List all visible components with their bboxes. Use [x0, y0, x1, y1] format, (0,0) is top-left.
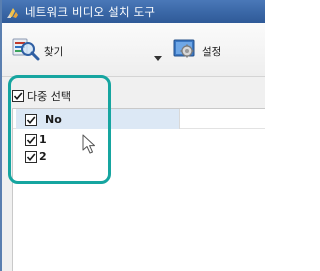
settings-button[interactable]: 설정	[172, 37, 221, 65]
find-button[interactable]: 찾기	[12, 37, 63, 65]
magnifier-icon	[12, 37, 40, 65]
chevron-down-icon[interactable]	[154, 47, 162, 61]
app-logo-icon	[6, 5, 20, 19]
settings-gear-icon	[172, 37, 198, 65]
title-bar[interactable]: 네트워크 비디오 설치 도구	[2, 0, 265, 23]
find-label: 찾기	[44, 45, 64, 58]
settings-label: 설정	[202, 45, 222, 58]
app-window: 네트워크 비디오 설치 도구 찾기 설정 다중 선택 No 1 2	[0, 0, 265, 271]
highlight-callout	[8, 75, 111, 184]
toolbar: 찾기 설정	[2, 23, 265, 77]
window-title: 네트워크 비디오 설치 도구	[25, 4, 156, 19]
column-separator[interactable]	[179, 109, 180, 129]
